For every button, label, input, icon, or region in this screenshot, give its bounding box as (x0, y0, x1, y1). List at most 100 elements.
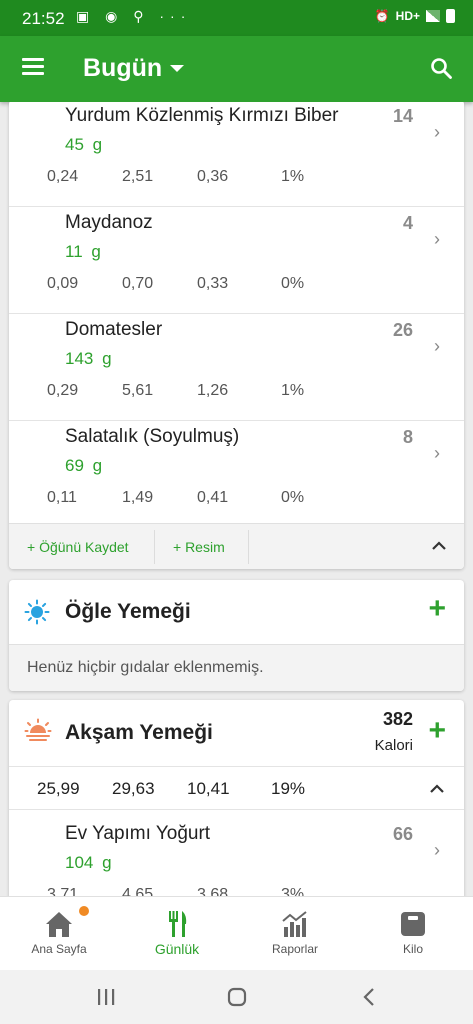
page-title[interactable]: Bugün (83, 54, 162, 83)
menu-icon[interactable] (22, 58, 44, 76)
sun-icon (24, 599, 50, 625)
nutrient-carbs: 2,51 (122, 168, 154, 185)
home-icon (46, 912, 72, 937)
dinner-title: Akşam Yemeği (65, 721, 213, 744)
chevron-right-icon: › (434, 443, 440, 463)
food-calories: 4 (402, 213, 413, 233)
summary-fat: 25,99 (37, 779, 80, 798)
lunch-title: Öğle Yemeği (65, 600, 191, 623)
add-image-button[interactable]: + Resim (173, 539, 225, 555)
nutrient-protein: 3,68 (197, 886, 229, 896)
notification-badge (79, 906, 89, 916)
food-item[interactable]: Maydanoz 11 g 4 › 0,09 0,70 0,33 0% (9, 207, 464, 314)
food-name: Yurdum Közlenmiş Kırmızı Biber (65, 105, 339, 126)
nutrient-protein: 1,26 (197, 382, 229, 399)
nutrient-carbs: 5,61 (122, 382, 154, 399)
summary-rdi: 19% (271, 779, 306, 798)
nutrient-fat: 0,11 (47, 489, 77, 506)
food-item[interactable]: Ev Yapımı Yoğurt 104 g 66 › 3,71 4,65 3,… (9, 818, 464, 896)
save-meal-button[interactable]: + Öğünü Kaydet (27, 539, 129, 555)
food-name: Domatesler (65, 319, 163, 340)
bottom-navigation: Ana Sayfa Günlük Raporlar Kilo (0, 896, 473, 970)
nutrient-fat: 3,71 (47, 886, 79, 896)
network-label: HD+ (395, 9, 420, 23)
dinner-calories-label: Kalori (374, 737, 413, 754)
alarm-icon: ⏰ (374, 9, 390, 23)
food-amount: 104 g (65, 853, 112, 872)
battery-icon (446, 9, 455, 23)
tab-reports[interactable]: Raporlar (236, 897, 354, 971)
nutrient-rdi: 0% (281, 489, 305, 506)
status-right: ⏰ HD+ (375, 9, 455, 23)
tab-diary[interactable]: Günlük (118, 897, 236, 971)
food-item[interactable]: Salatalık (Soyulmuş) 69 g 8 › 0,11 1,49 … (9, 421, 464, 528)
diary-content[interactable]: Yurdum Közlenmiş Kırmızı Biber 45 g 14 ›… (0, 102, 473, 896)
collapse-chevron-up-icon[interactable] (430, 781, 444, 799)
nutrient-rdi: 1% (281, 168, 305, 185)
breakfast-card: Yurdum Közlenmiş Kırmızı Biber 45 g 14 ›… (9, 102, 464, 569)
status-time: 21:52 (22, 9, 65, 28)
food-amount: 69 g (65, 456, 103, 475)
food-calories: 66 (392, 824, 413, 844)
divider (154, 530, 155, 564)
system-nav-bar (0, 970, 473, 1024)
tab-weight[interactable]: Kilo (354, 897, 472, 971)
food-name: Maydanoz (65, 212, 153, 233)
food-name: Ev Yapımı Yoğurt (65, 823, 211, 844)
food-calories: 8 (402, 427, 413, 447)
chart-icon (282, 911, 307, 937)
nutrient-protein: 0,36 (197, 168, 229, 185)
food-amount: 11 g (65, 242, 101, 261)
dropdown-caret-icon[interactable] (170, 65, 184, 72)
divider (248, 530, 249, 564)
food-amount: 143 g (65, 349, 112, 368)
fork-knife-icon (169, 911, 187, 937)
tab-home-label: Ana Sayfa (31, 942, 87, 956)
food-amount: 45 g (65, 135, 103, 154)
dinner-card: Akşam Yemeği 382 Kalori + 25,99 29,63 10… (9, 700, 464, 896)
scale-icon (401, 912, 425, 936)
food-item[interactable]: Domatesler 143 g 26 › 0,29 5,61 1,26 1% (9, 314, 464, 421)
nutrient-rdi: 1% (281, 382, 305, 399)
add-food-plus-icon[interactable]: + (428, 592, 446, 626)
back-icon[interactable] (362, 987, 376, 1007)
dinner-calories: 382 (382, 709, 413, 729)
status-bar: 21:52 ▣ ◉ ⚲ ··· ⏰ HD+ (0, 0, 473, 36)
breakfast-actions: + Öğünü Kaydet + Resim (9, 523, 464, 569)
lunch-card: Öğle Yemeği + Henüz hiçbir gıdalar eklen… (9, 580, 464, 691)
food-calories: 14 (392, 106, 413, 126)
tab-home[interactable]: Ana Sayfa (0, 897, 118, 971)
nutrient-fat: 0,29 (47, 382, 79, 399)
empty-message: Henüz hiçbir gıdalar eklenmemiş. (9, 644, 464, 691)
chevron-right-icon: › (434, 122, 440, 142)
tab-reports-label: Raporlar (271, 942, 319, 956)
search-icon[interactable] (429, 56, 453, 80)
nutrient-carbs: 0,70 (122, 275, 154, 292)
tab-diary-label: Günlük (154, 941, 200, 957)
sunset-icon (24, 718, 52, 741)
add-food-plus-icon[interactable]: + (428, 714, 446, 748)
recent-apps-icon[interactable] (96, 988, 116, 1006)
food-calories: 26 (392, 320, 413, 340)
nutrient-protein: 0,41 (197, 489, 229, 506)
nutrient-fat: 0,09 (47, 275, 79, 292)
chevron-right-icon: › (434, 840, 440, 860)
nutrient-rdi: 0% (281, 275, 305, 292)
food-item[interactable]: Yurdum Közlenmiş Kırmızı Biber 45 g 14 ›… (9, 102, 464, 207)
collapse-chevron-up-icon[interactable] (432, 535, 446, 556)
chevron-right-icon: › (434, 336, 440, 356)
tab-weight-label: Kilo (402, 942, 423, 956)
nutrient-protein: 0,33 (197, 275, 229, 292)
summary-carbs: 29,63 (112, 779, 155, 798)
nutrient-carbs: 1,49 (122, 489, 154, 506)
nutrient-rdi: 3% (281, 886, 305, 896)
dinner-summary-row: 25,99 29,63 10,41 19% (9, 766, 464, 810)
signal-icon (426, 10, 440, 22)
app-bar: Bugün (0, 36, 473, 102)
summary-protein: 10,41 (187, 779, 230, 798)
notification-icons: ▣ ◉ ⚲ ··· (76, 8, 192, 24)
food-name: Salatalık (Soyulmuş) (65, 426, 240, 447)
nutrient-fat: 0,24 (47, 168, 79, 185)
nutrient-carbs: 4,65 (122, 886, 154, 896)
home-button-icon[interactable] (227, 987, 247, 1007)
